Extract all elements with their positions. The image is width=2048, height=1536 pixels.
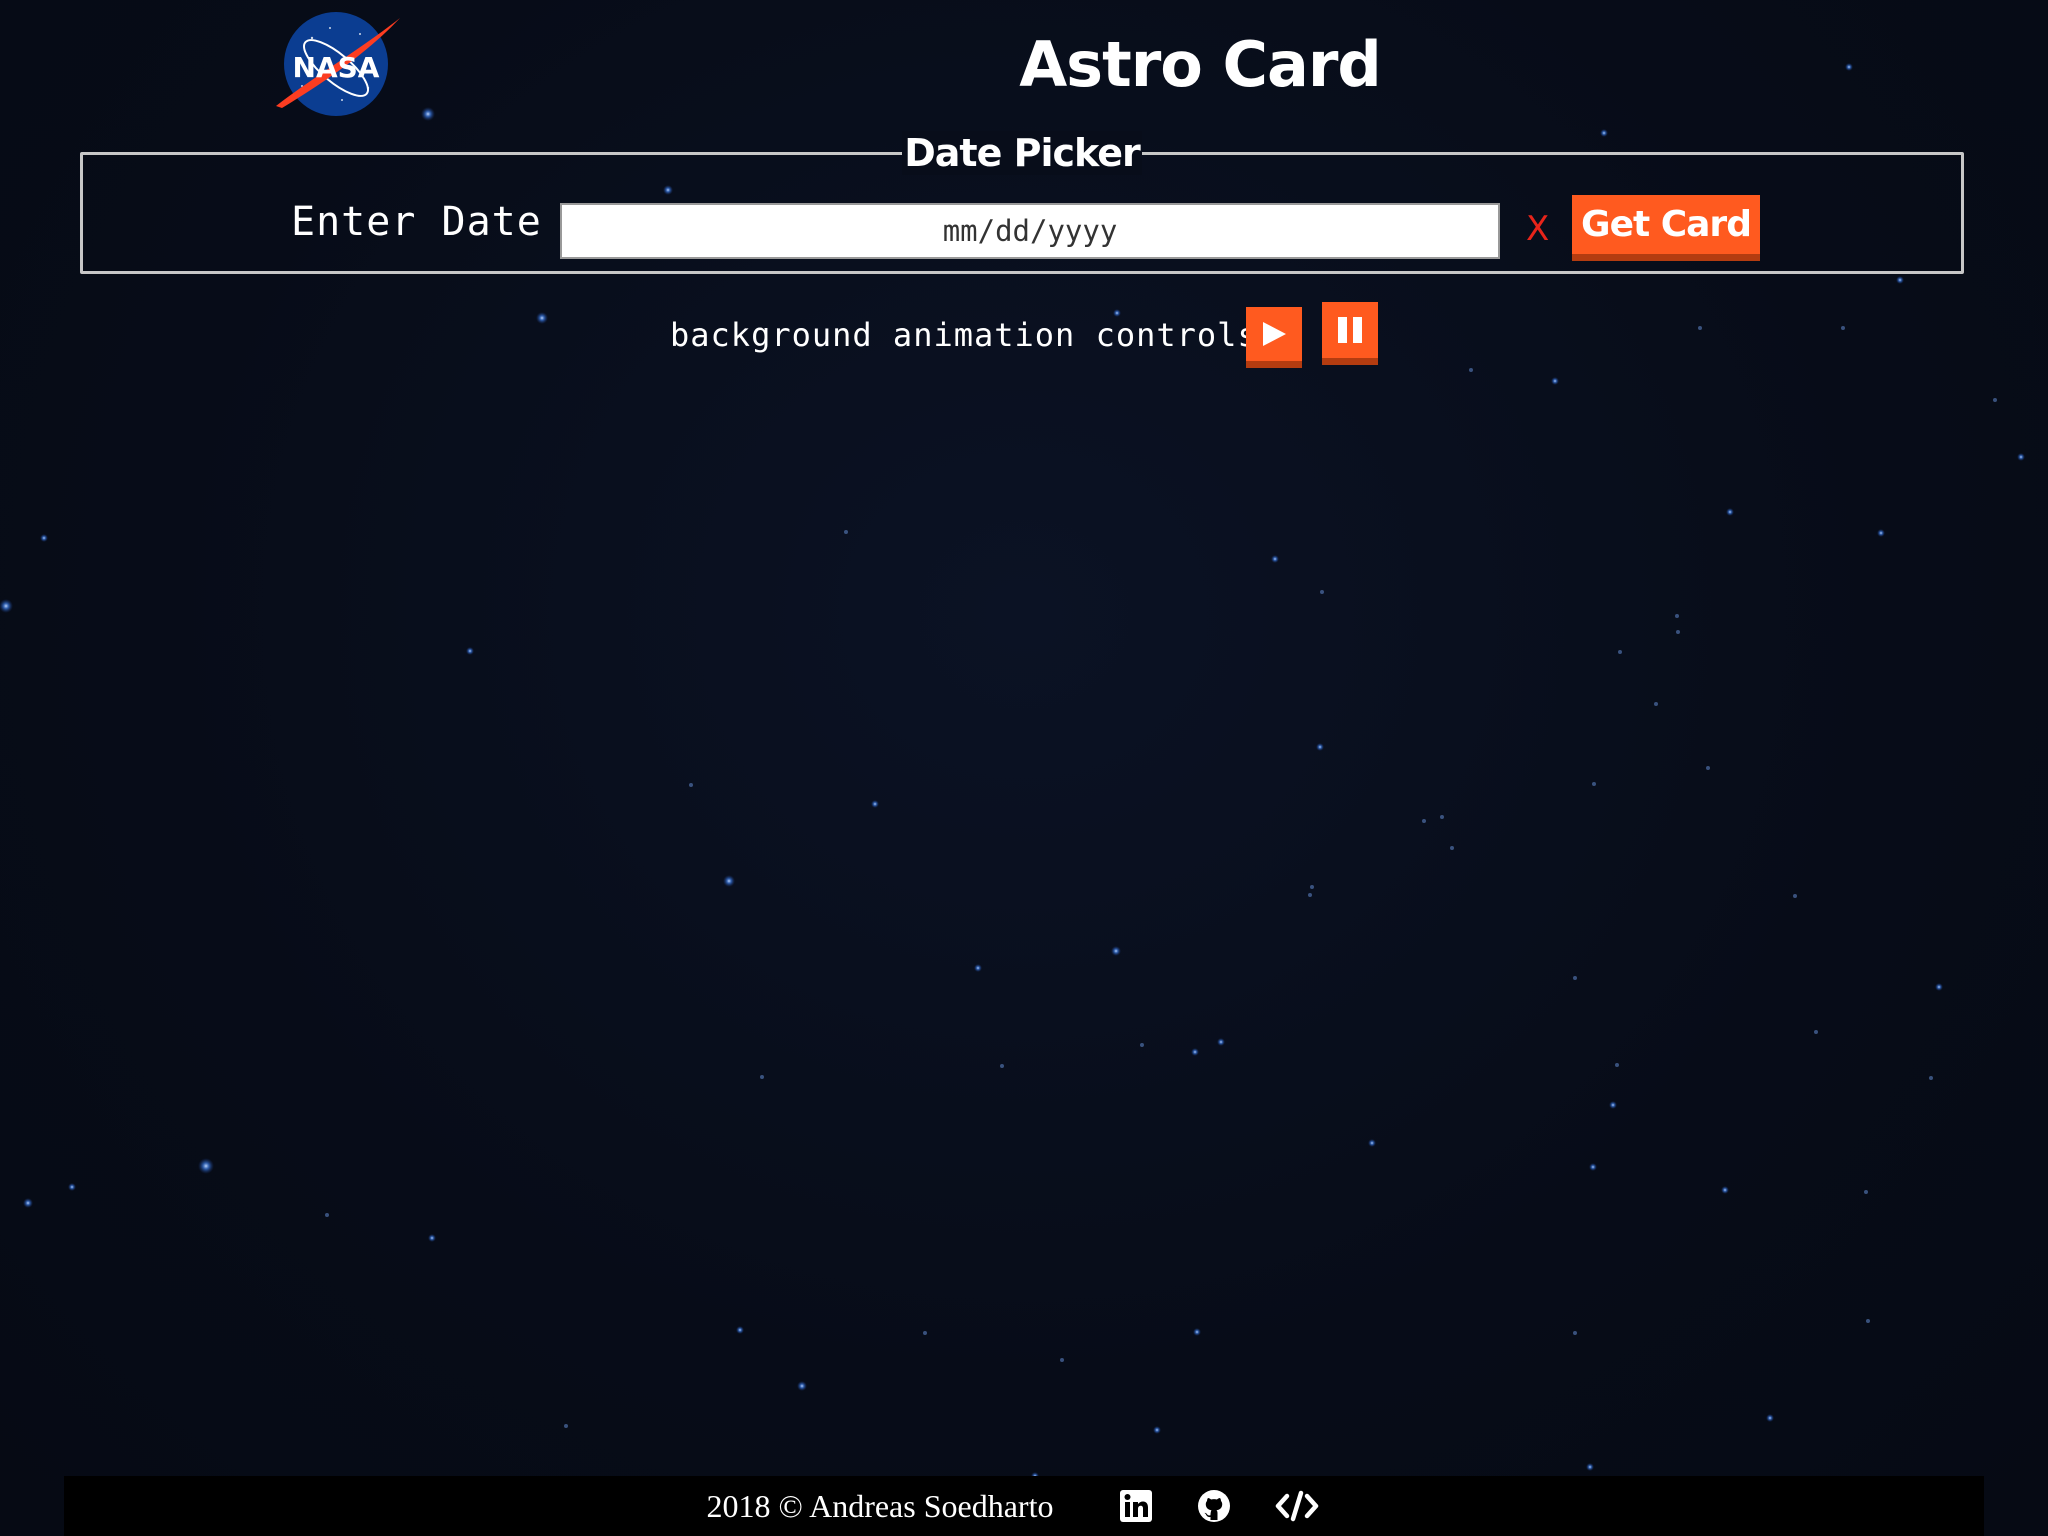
page-title: Astro Card bbox=[1019, 28, 1382, 101]
animation-controls-label: background animation controls bbox=[670, 316, 1258, 354]
linkedin-icon[interactable] bbox=[1119, 1489, 1153, 1523]
pause-animation-button[interactable] bbox=[1322, 302, 1378, 358]
github-icon[interactable] bbox=[1197, 1489, 1231, 1523]
date-picker-panel: Date Picker Enter Date X Get Card bbox=[80, 131, 1964, 274]
date-input[interactable] bbox=[560, 203, 1500, 259]
nasa-logo: NASA bbox=[272, 8, 402, 120]
copyright-text: 2018 © Andreas Soedharto bbox=[706, 1487, 1054, 1524]
enter-date-label: Enter Date bbox=[291, 199, 542, 245]
code-icon[interactable] bbox=[1275, 1489, 1319, 1523]
clear-date-button[interactable]: X bbox=[1526, 209, 1549, 249]
page-footer: 2018 © Andreas Soedharto bbox=[64, 1476, 1984, 1536]
date-picker-legend-text: Date Picker bbox=[902, 131, 1142, 175]
date-picker-legend: Date Picker bbox=[83, 131, 1961, 175]
play-icon bbox=[1263, 322, 1286, 346]
nasa-logo-text: NASA bbox=[293, 51, 380, 84]
app-page: NASA Astro Card Date Picker Enter Date X… bbox=[0, 0, 2048, 1536]
pause-icon bbox=[1338, 317, 1362, 343]
play-animation-button[interactable] bbox=[1246, 307, 1302, 361]
get-card-button[interactable]: Get Card bbox=[1572, 195, 1760, 254]
